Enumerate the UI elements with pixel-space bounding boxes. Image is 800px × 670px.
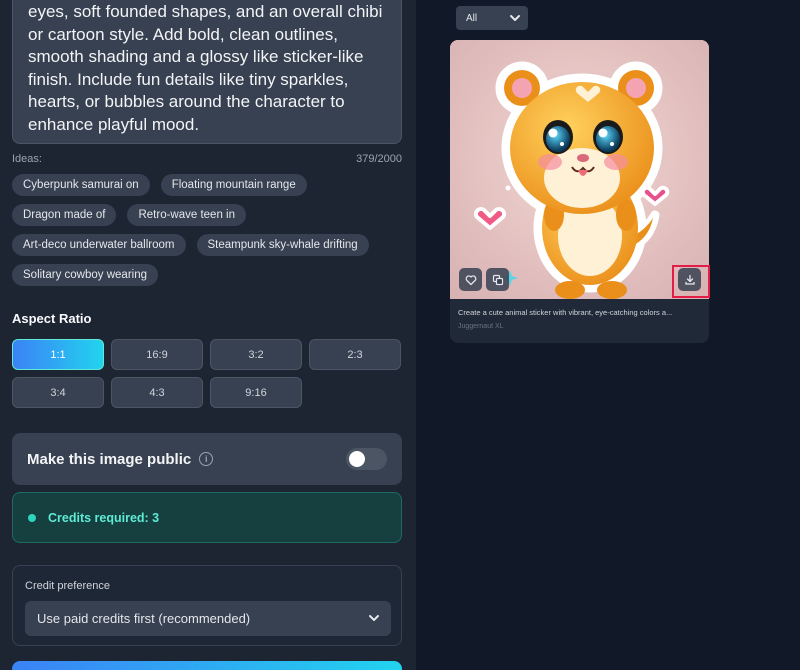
status-dot-icon	[28, 513, 36, 522]
aspect-ratio-title: Aspect Ratio	[12, 311, 92, 326]
idea-chips: Cyberpunk samurai on Floating mountain r…	[12, 174, 404, 286]
generate-button[interactable]	[12, 661, 402, 670]
ratio-option-16-9[interactable]: 16:9	[111, 339, 203, 370]
chevron-down-icon	[510, 15, 520, 21]
credit-preference-value: Use paid credits first (recommended)	[37, 611, 251, 626]
public-toggle[interactable]	[346, 448, 387, 470]
ratio-option-3-2[interactable]: 3:2	[210, 339, 302, 370]
generated-image-card[interactable]: Create a cute animal sticker with vibran…	[450, 40, 709, 343]
filter-value: All	[466, 12, 478, 24]
ratio-option-1-1[interactable]: 1:1	[12, 339, 104, 370]
copy-button[interactable]	[486, 268, 509, 291]
gallery-filter-select[interactable]: All	[456, 6, 528, 30]
credit-preference-select[interactable]: Use paid credits first (recommended)	[25, 601, 391, 636]
ideas-label: Ideas:	[12, 153, 42, 165]
prompt-textarea[interactable]: eyes, soft founded shapes, and an overal…	[12, 0, 402, 144]
ratio-option-3-4[interactable]: 3:4	[12, 377, 104, 408]
credit-preference-label: Credit preference	[25, 580, 110, 592]
credits-required-text: Credits required: 3	[48, 510, 160, 525]
toggle-knob	[349, 451, 365, 467]
idea-chip[interactable]: Cyberpunk samurai on	[12, 174, 150, 196]
idea-chip[interactable]: Solitary cowboy wearing	[12, 264, 159, 286]
idea-chip[interactable]: Floating mountain range	[160, 174, 307, 196]
copy-icon	[492, 274, 503, 285]
public-setting-card: Make this image public i	[12, 433, 402, 485]
public-setting-label: Make this image public	[27, 450, 192, 468]
ratio-option-9-16[interactable]: 9:16	[210, 377, 302, 408]
ratio-option-2-3[interactable]: 2:3	[309, 339, 401, 370]
credit-preference-card: Credit preference Use paid credits first…	[12, 565, 402, 646]
character-counter: 379/2000	[356, 153, 402, 165]
aspect-ratio-options: 1:1 16:9 3:2 2:3 3:4 4:3 9:16	[12, 339, 402, 408]
idea-chip[interactable]: Dragon made of	[12, 204, 117, 226]
ratio-option-4-3[interactable]: 4:3	[111, 377, 203, 408]
download-highlight	[672, 265, 710, 298]
favorite-button[interactable]	[459, 268, 482, 291]
generator-panel: eyes, soft founded shapes, and an overal…	[0, 0, 416, 670]
heart-icon	[465, 274, 476, 285]
generated-image[interactable]	[450, 40, 709, 299]
credits-required-banner: Credits required: 3	[12, 492, 402, 543]
idea-chip[interactable]: Art-deco underwater ballroom	[12, 234, 186, 256]
info-icon[interactable]: i	[199, 452, 214, 466]
idea-chip[interactable]: Steampunk sky-whale drifting	[196, 234, 369, 256]
chevron-down-icon	[369, 615, 379, 621]
idea-chip[interactable]: Retro-wave teen in	[127, 204, 246, 226]
model-name: Juggernaut XL	[458, 323, 504, 330]
hamster-sticker-illustration	[450, 40, 709, 299]
image-caption: Create a cute animal sticker with vibran…	[458, 308, 673, 317]
